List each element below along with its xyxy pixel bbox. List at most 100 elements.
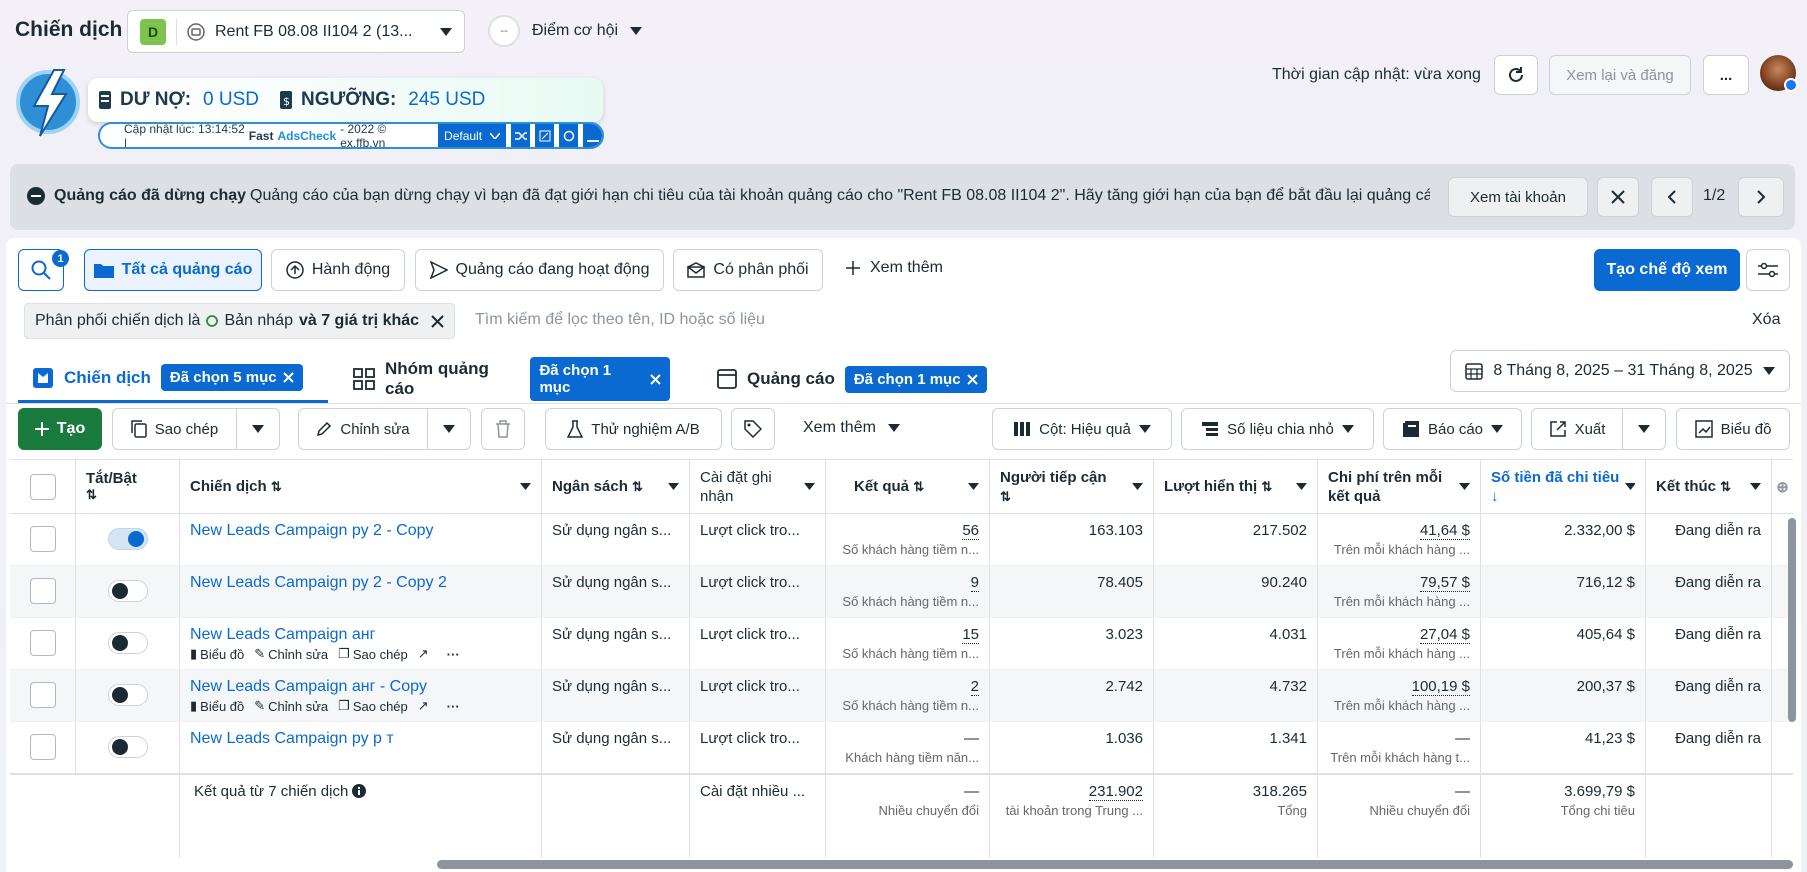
preset-select[interactable]: Default: [438, 124, 507, 147]
date-range-picker[interactable]: 8 Tháng 8, 2025 – 31 Tháng 8, 2025: [1450, 350, 1790, 392]
view-account-button[interactable]: Xem tài khoản: [1448, 177, 1588, 217]
sort-desc-icon: ↓: [1491, 487, 1499, 505]
more-actions-icon[interactable]: ···: [447, 647, 460, 662]
campaign-toggle[interactable]: [107, 528, 148, 550]
col-toggle[interactable]: Tắt/Bật ⇅: [76, 460, 180, 513]
export-menu-button[interactable]: [1622, 408, 1666, 450]
row-chart-action[interactable]: ▮ Biểu đồ: [190, 698, 244, 714]
table-row[interactable]: New Leads Campaign ру р т Sử dụng ngân s…: [10, 722, 1793, 774]
columns-button[interactable]: Cột: Hiệu quả: [992, 408, 1172, 450]
dismiss-button[interactable]: [1597, 177, 1639, 217]
campaign-toggle[interactable]: [107, 632, 148, 654]
col-amount-spent[interactable]: Số tiền đã chi tiêu ↓: [1481, 460, 1646, 513]
edit-button[interactable]: Chỉnh sửa: [298, 408, 428, 450]
ads-selection-chip[interactable]: Đã chọn 1 mục: [844, 365, 987, 393]
delete-button[interactable]: [481, 408, 525, 450]
col-cost-per-result[interactable]: Chi phí trên mỗi kết quả: [1318, 460, 1481, 513]
more-actions-icon[interactable]: ···: [447, 699, 460, 714]
row-checkbox[interactable]: [29, 578, 56, 604]
campaign-name-link[interactable]: New Leads Campaign ру 2 - Copy 2: [190, 574, 531, 592]
row-copy-action[interactable]: ❐ Sao chép: [338, 646, 408, 662]
add-column-button[interactable]: ⊕: [1772, 460, 1793, 513]
ab-test-button[interactable]: Thử nghiệm A/B: [545, 408, 722, 450]
open-chart-icon[interactable]: ↗: [418, 646, 429, 662]
next-button[interactable]: [1738, 177, 1784, 217]
col-budget[interactable]: Ngân sách ⇅: [542, 460, 690, 513]
create-button[interactable]: Tạo: [18, 408, 102, 450]
envelope-icon: [687, 262, 706, 278]
select-all-checkbox[interactable]: [29, 473, 56, 500]
campaign-name-link[interactable]: New Leads Campaign анг - Copy: [190, 678, 531, 696]
pencil-icon: [316, 421, 332, 437]
col-attribution[interactable]: Cài đặt ghi nhận: [690, 460, 826, 513]
edit-icon[interactable]: [535, 124, 555, 147]
prev-button[interactable]: [1651, 177, 1693, 217]
sync-icon[interactable]: [559, 124, 579, 147]
row-checkbox[interactable]: [29, 682, 56, 708]
copy-menu-button[interactable]: [236, 408, 280, 450]
clear-filters-link[interactable]: Xóa: [1752, 311, 1780, 329]
col-campaign[interactable]: Chiến dịch ⇅: [180, 460, 542, 513]
campaign-name-link[interactable]: New Leads Campaign ру 2 - Copy: [190, 522, 531, 540]
tab-campaigns[interactable]: Chiến dịch Đã chọn 5 mục: [18, 355, 328, 403]
campaign-name-link[interactable]: New Leads Campaign ру р т: [190, 730, 531, 748]
col-impressions[interactable]: Lượt hiển thị ⇅: [1154, 460, 1318, 513]
account-selector[interactable]: D Rent FB 08.08 II104 2 (13...: [127, 10, 465, 53]
remove-filter-icon[interactable]: [431, 314, 444, 328]
tab-ads[interactable]: Quảng cáo Đã chọn 1 mục: [703, 355, 1008, 403]
row-checkbox[interactable]: [29, 630, 56, 656]
minimize-icon[interactable]: [583, 124, 602, 147]
campaign-toggle[interactable]: [107, 580, 148, 602]
campaign-toggle[interactable]: [107, 736, 148, 758]
row-checkbox[interactable]: [29, 526, 56, 552]
adsets-selection-chip[interactable]: Đã chọn 1 mục: [530, 357, 670, 401]
cost-per-result-value: 100,19 $: [1411, 678, 1470, 696]
table-row[interactable]: New Leads Campaign ру 2 - Copy Sử dụng n…: [10, 514, 1793, 566]
all-ads-filter[interactable]: Tất cả quảng cáo: [84, 249, 262, 291]
row-copy-action[interactable]: ❐ Sao chép: [338, 698, 408, 714]
toolbar-see-more[interactable]: Xem thêm: [803, 419, 900, 437]
tab-adsets[interactable]: Nhóm quảng cáo Đã chọn 1 mục: [339, 355, 684, 403]
campaign-toggle[interactable]: [107, 684, 148, 706]
export-button[interactable]: Xuất: [1531, 408, 1623, 450]
info-icon[interactable]: [352, 784, 367, 798]
copy-button[interactable]: Sao chép: [112, 408, 237, 450]
row-edit-action[interactable]: ✎ Chỉnh sửa: [254, 646, 328, 662]
campaign-name-link[interactable]: New Leads Campaign анг: [190, 626, 531, 644]
horizontal-scrollbar[interactable]: [437, 860, 1793, 869]
col-reach[interactable]: Người tiếp cận ⇅: [990, 460, 1154, 513]
row-edit-action[interactable]: ✎ Chỉnh sửa: [254, 698, 328, 714]
campaigns-selection-chip[interactable]: Đã chọn 5 mục: [160, 364, 303, 391]
row-checkbox[interactable]: [29, 734, 56, 760]
row-chart-action[interactable]: ▮ Biểu đồ: [190, 646, 244, 662]
see-more-filters[interactable]: Xem thêm: [846, 259, 943, 277]
breakdown-button[interactable]: Số liệu chia nhỏ: [1181, 408, 1374, 450]
table-row[interactable]: New Leads Campaign ру 2 - Copy 2 Sử dụng…: [10, 566, 1793, 618]
col-ends[interactable]: Kết thúc ⇅: [1646, 460, 1772, 513]
edit-menu-button[interactable]: [427, 408, 471, 450]
opportunity-score[interactable]: -- Điểm cơ hội: [488, 15, 643, 47]
charts-button[interactable]: Biểu đồ: [1676, 408, 1790, 450]
reach-value: 1.036: [1105, 730, 1143, 747]
table-row[interactable]: New Leads Campaign анг - Copy ▮ Biểu đồ ✎…: [10, 670, 1793, 722]
open-chart-icon[interactable]: ↗: [418, 698, 429, 714]
shuffle-icon[interactable]: [511, 124, 531, 147]
cost-per-result-value: 79,57 $: [1419, 574, 1470, 592]
result-subtitle: Số khách hàng tiềm n...: [842, 646, 979, 661]
col-results[interactable]: Kết quả ⇅: [826, 460, 990, 513]
tag-button[interactable]: [731, 408, 775, 450]
table-row[interactable]: New Leads Campaign анг ▮ Biểu đồ ✎ Chỉnh s…: [10, 618, 1793, 670]
delivering-filter[interactable]: Có phân phối: [673, 249, 823, 291]
review-publish-button[interactable]: Xem lại và đăng: [1549, 55, 1691, 95]
view-settings-button[interactable]: [1746, 249, 1790, 291]
actions-filter[interactable]: Hành động: [271, 249, 405, 291]
filter-search-input[interactable]: Tìm kiếm để lọc theo tên, ID hoặc số liệ…: [475, 311, 765, 329]
reports-button[interactable]: Báo cáo: [1383, 408, 1522, 450]
create-view-button[interactable]: Tạo chế độ xem: [1594, 249, 1740, 291]
more-button[interactable]: ...: [1703, 55, 1749, 95]
vertical-scrollbar[interactable]: [1788, 518, 1796, 722]
send-icon: [429, 261, 448, 279]
filter-chip[interactable]: Phân phối chiến dịch là Bản nháp và 7 gi…: [24, 303, 455, 339]
refresh-button[interactable]: [1494, 55, 1538, 95]
active-ads-filter[interactable]: Quảng cáo đang hoạt động: [415, 249, 664, 291]
